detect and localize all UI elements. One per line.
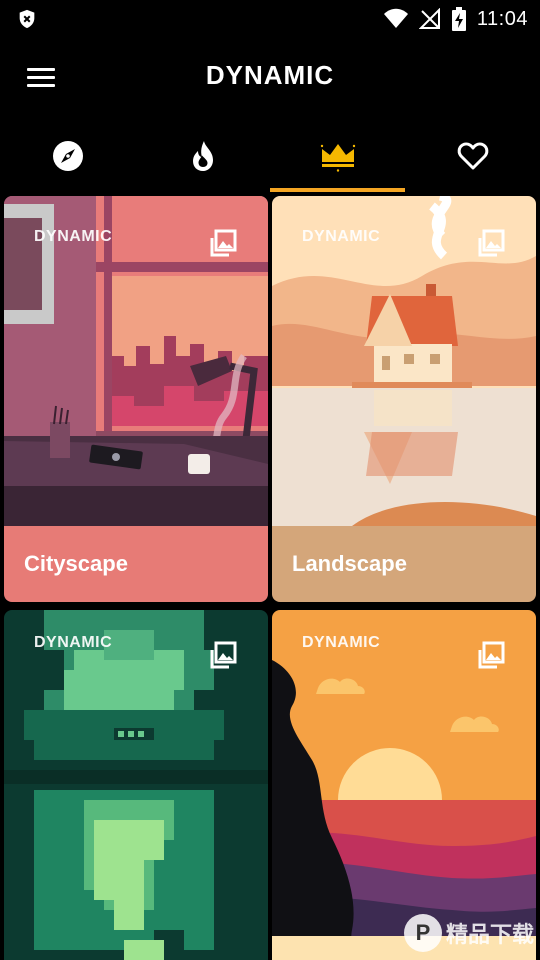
- status-bar: 11:04: [0, 0, 540, 38]
- card-title: Landscape: [292, 551, 407, 576]
- gallery-icon[interactable]: [206, 228, 238, 260]
- card-sunset[interactable]: DYNAMIC: [272, 610, 536, 960]
- shield-icon: [19, 9, 35, 29]
- card-footer: Landscape: [272, 526, 536, 602]
- watermark: P 精品下载: [403, 914, 534, 952]
- battery-charging-icon: [451, 7, 466, 31]
- card-landscape[interactable]: DYNAMIC Landscape: [272, 196, 536, 602]
- watermark-text: 精品下载: [445, 922, 534, 947]
- status-time: 11:04: [476, 7, 528, 30]
- gallery-icon[interactable]: [206, 640, 238, 672]
- card-footer: Cityscape: [4, 526, 268, 602]
- tab-popular[interactable]: [135, 118, 270, 194]
- card-forest[interactable]: DYNAMIC: [4, 610, 268, 960]
- tab-bar: [0, 118, 540, 194]
- dynamic-badge: DYNAMIC: [34, 634, 113, 651]
- wallpaper-grid: DYNAMIC Cityscape DYNAMIC Landscape DYNA…: [0, 194, 540, 960]
- no-signal-icon: [418, 8, 440, 29]
- watermark-logo-icon: P: [403, 914, 442, 952]
- wifi-icon: [383, 8, 408, 28]
- heart-icon: [457, 142, 488, 170]
- card-title: Cityscape: [24, 551, 128, 576]
- fire-icon: [192, 141, 213, 171]
- card-cityscape[interactable]: DYNAMIC Cityscape: [4, 196, 268, 602]
- dynamic-badge: DYNAMIC: [34, 228, 113, 245]
- gallery-icon[interactable]: [474, 640, 506, 672]
- crown-icon: [320, 144, 355, 172]
- compass-icon: [52, 141, 83, 171]
- tab-premium[interactable]: [270, 118, 405, 194]
- dynamic-badge: DYNAMIC: [302, 634, 381, 651]
- gallery-icon[interactable]: [474, 228, 506, 260]
- app-bar: DYNAMIC: [0, 38, 540, 118]
- app-title: DYNAMIC: [205, 60, 335, 90]
- dynamic-badge: DYNAMIC: [302, 228, 381, 245]
- tab-favorites[interactable]: [405, 118, 540, 194]
- tab-explore[interactable]: [0, 118, 135, 194]
